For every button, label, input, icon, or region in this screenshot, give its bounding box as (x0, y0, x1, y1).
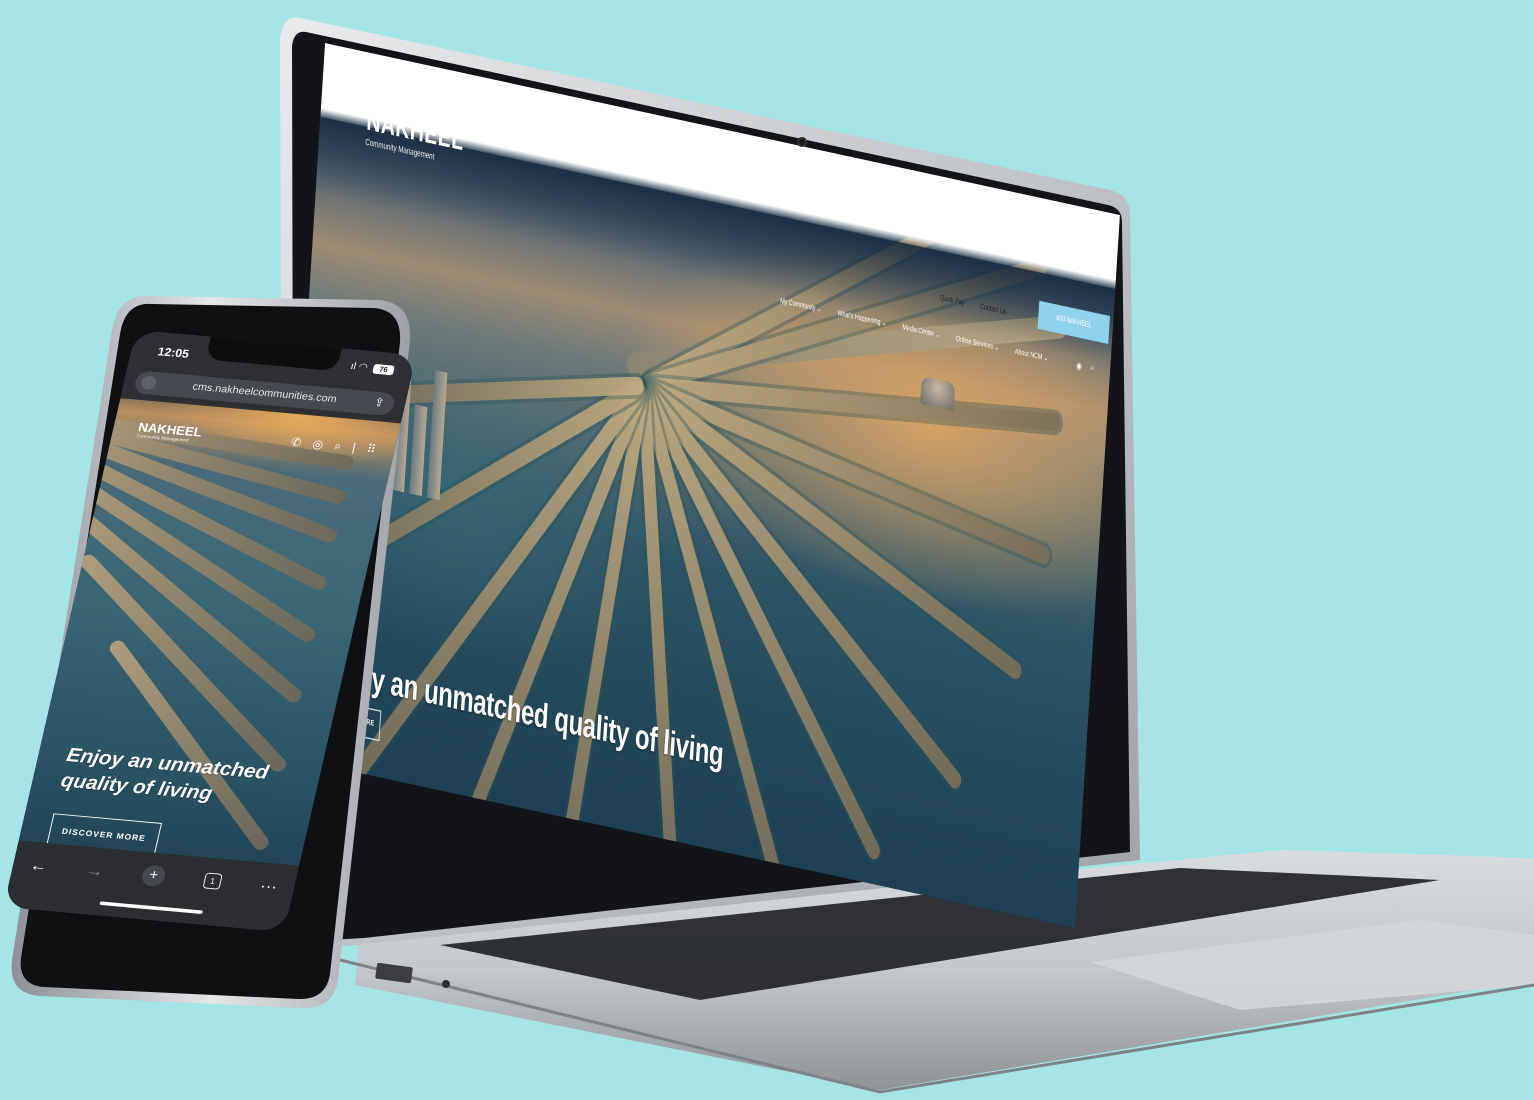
search-icon[interactable]: ⌕ (333, 439, 343, 454)
phone-icon[interactable]: ✆ (289, 435, 303, 450)
location-pin-icon[interactable]: ◎ (311, 437, 325, 452)
share-icon[interactable]: ⇪ (373, 395, 386, 410)
tabs-icon[interactable]: 1 (202, 872, 223, 890)
status-time: 12:05 (156, 344, 191, 361)
wifi-icon: ıl ◠ (349, 360, 369, 373)
battery-icon: 76 (372, 363, 395, 376)
new-tab-plus-icon[interactable]: + (140, 864, 168, 888)
site-settings-icon[interactable] (139, 375, 158, 391)
forward-arrow-icon[interactable]: → (84, 861, 106, 881)
mockup-stage: NAKHEEL Community Management Quick Pay C… (0, 0, 1534, 1100)
url-text: cms.nakheelcommunities.com (191, 381, 338, 405)
divider: | (350, 440, 358, 454)
back-arrow-icon[interactable]: ← (28, 856, 49, 876)
home-indicator[interactable] (99, 901, 203, 915)
more-icon[interactable]: ··· (258, 876, 279, 896)
